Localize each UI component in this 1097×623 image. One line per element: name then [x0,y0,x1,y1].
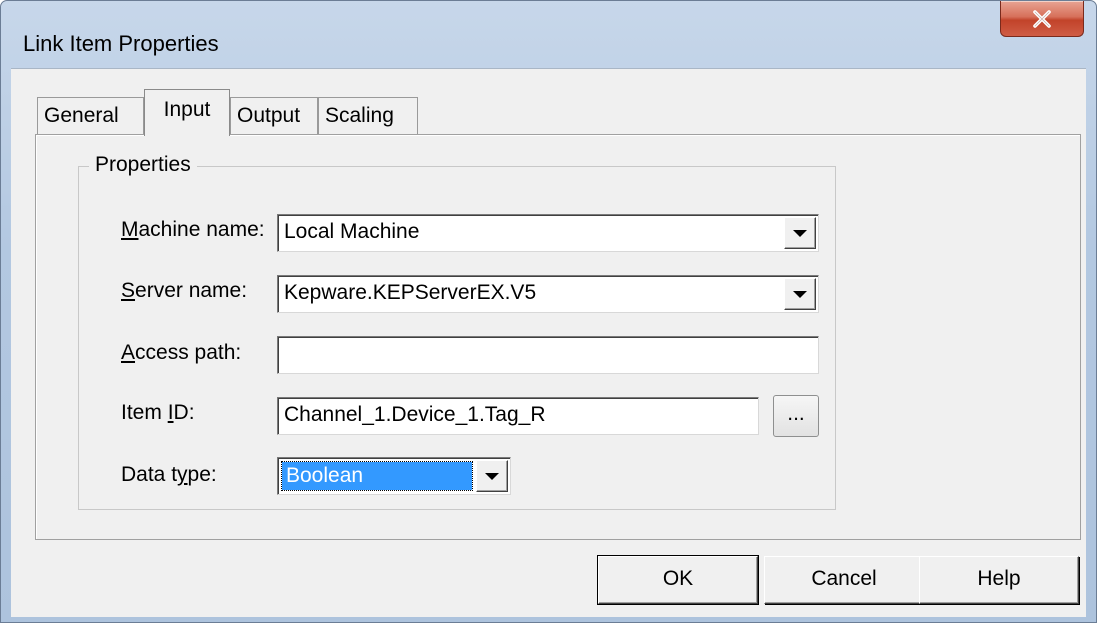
dropdown-button[interactable] [784,278,816,310]
combo-value: Kepware.KEPServerEX.V5 [284,281,537,304]
chevron-down-icon [485,472,499,480]
button-label: OK [662,567,694,590]
tab-panel-input: Properties Machine name: Local Machine S… [35,134,1081,540]
label-text: Data t [121,463,178,486]
close-icon [1033,9,1051,28]
tab-scaling[interactable]: Scaling [318,97,418,135]
close-button[interactable] [1000,1,1084,37]
tab-label: Input [163,98,211,121]
machine-name-combo[interactable]: Local Machine [277,214,819,252]
label-mnemonic: S [121,279,136,302]
dialog-client-area: General Input Output Scaling Properties … [11,68,1086,617]
label-mnemonic: A [121,341,136,364]
machine-name-label: Machine name: [121,218,265,242]
label-text: pe: [187,463,217,486]
cancel-button[interactable]: Cancel [764,556,924,604]
data-type-combo[interactable]: Boolean [277,457,511,495]
tab-label: General [44,104,119,127]
item-id-label: Item ID: [121,401,195,425]
access-path-label: Access path: [121,341,241,365]
dropdown-button[interactable] [784,217,816,249]
item-id-input[interactable]: Channel_1.Device_1.Tag_R [277,397,759,435]
data-type-label: Data type: [121,463,217,487]
tab-output[interactable]: Output [230,97,318,135]
tab-input[interactable]: Input [144,89,230,136]
chevron-down-icon [793,229,807,237]
combo-selected-value: Boolean [281,461,473,491]
browse-button[interactable]: ... [773,395,819,437]
server-name-combo[interactable]: Kepware.KEPServerEX.V5 [277,275,819,313]
label-text: erver name: [135,279,248,302]
help-button[interactable]: Help [919,556,1079,604]
label-text: Item [121,401,168,424]
chevron-down-icon [793,290,807,298]
input-value: Channel_1.Device_1.Tag_R [284,403,546,426]
dialog-window: Link Item Properties General Input Outpu… [0,0,1097,623]
tab-general[interactable]: General [37,97,144,135]
access-path-input[interactable] [277,336,819,374]
button-label: Cancel [811,567,877,590]
browse-label: ... [787,402,805,425]
label-mnemonic: M [121,218,139,241]
tab-label: Output [237,104,301,127]
ok-button[interactable]: OK [597,555,759,605]
label-mnemonic: y [177,463,188,486]
properties-groupbox: Properties Machine name: Local Machine S… [78,153,836,510]
dropdown-button[interactable] [476,460,508,492]
group-legend: Properties [89,153,197,177]
tab-label: Scaling [325,104,394,127]
label-text: achine name: [138,218,265,241]
label-text: D: [173,401,195,424]
combo-value: Local Machine [284,220,420,243]
window-title: Link Item Properties [23,31,219,56]
button-label: Help [977,567,1021,590]
server-name-label: Server name: [121,279,247,303]
label-text: ccess path: [135,341,242,364]
